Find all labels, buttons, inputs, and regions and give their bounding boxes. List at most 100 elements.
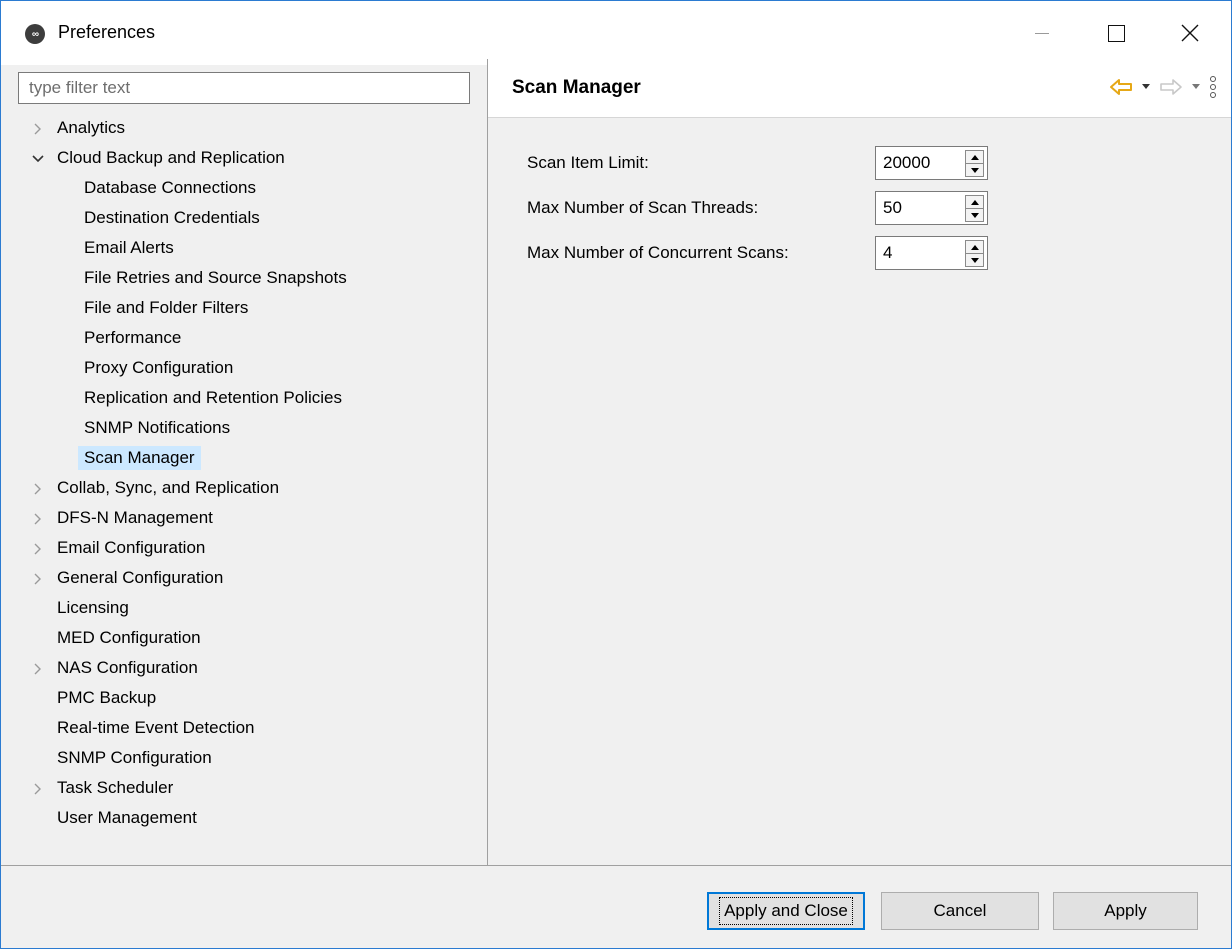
tree-item[interactable]: File Retries and Source Snapshots <box>1 264 485 294</box>
tree-item[interactable]: Destination Credentials <box>1 204 485 234</box>
minimize-button[interactable] <box>1011 1 1073 65</box>
tree-item-label: User Management <box>57 808 197 827</box>
tree-item[interactable]: NAS Configuration <box>1 654 485 684</box>
tree-item-label: Cloud Backup and Replication <box>57 148 285 167</box>
maximize-button[interactable] <box>1085 1 1147 65</box>
tree-item[interactable]: SNMP Notifications <box>1 414 485 444</box>
forward-history-dropdown[interactable] <box>1191 83 1201 91</box>
more-options-icon <box>1210 76 1216 98</box>
tree-item[interactable]: Proxy Configuration <box>1 354 485 384</box>
navigation-toolbar <box>1109 75 1217 99</box>
apply-label: Apply <box>1104 901 1147 920</box>
cancel-button[interactable]: Cancel <box>881 892 1039 930</box>
tree-item[interactable]: DFS-N Management <box>1 504 485 534</box>
maximize-icon <box>1107 24 1125 42</box>
back-arrow-icon <box>1110 79 1132 95</box>
tree-item[interactable]: MED Configuration <box>1 624 485 654</box>
chevron-down-icon[interactable] <box>31 152 45 166</box>
filter-input[interactable] <box>18 72 470 104</box>
tree-item-label: Analytics <box>57 118 126 137</box>
caret-down-icon <box>970 257 979 263</box>
tree-item-label: DFS-N Management <box>57 508 213 527</box>
apply-button[interactable]: Apply <box>1053 892 1198 930</box>
tree-item[interactable]: Replication and Retention Policies <box>1 384 485 414</box>
caret-up-icon <box>970 244 979 250</box>
tree-item-label: NAS Configuration <box>57 658 198 677</box>
tree-item[interactable]: Database Connections <box>1 174 485 204</box>
tree-item-label: Email Alerts <box>84 238 174 257</box>
tree-item[interactable]: PMC Backup <box>1 684 485 714</box>
close-icon <box>1181 24 1199 42</box>
back-history-dropdown[interactable] <box>1141 83 1151 91</box>
max-concurrent-scans-label: Max Number of Concurrent Scans: <box>527 243 789 262</box>
forward-arrow-icon <box>1160 79 1182 95</box>
page-header: Scan Manager <box>488 59 1231 118</box>
tree-item[interactable]: Analytics <box>1 114 485 144</box>
tree-item-label: PMC Backup <box>57 688 157 707</box>
dropdown-triangle-icon <box>1192 84 1200 89</box>
tree-item[interactable]: Performance <box>1 324 485 354</box>
tree-item[interactable]: General Configuration <box>1 564 485 594</box>
tree-item[interactable]: File and Folder Filters <box>1 294 485 324</box>
dropdown-triangle-icon <box>1142 84 1150 89</box>
tree-item[interactable]: Cloud Backup and Replication <box>1 144 485 174</box>
caret-up-icon <box>970 154 979 160</box>
view-menu-button[interactable] <box>1209 75 1217 99</box>
tree-item-label: Real-time Event Detection <box>57 718 255 737</box>
title-bar[interactable]: ∞ Preferences <box>1 1 1231 65</box>
tree-item[interactable]: Scan Manager <box>1 444 485 474</box>
caret-down-icon <box>970 212 979 218</box>
back-button[interactable] <box>1109 78 1133 96</box>
peer-logo-icon: ∞ <box>25 24 45 44</box>
spin-down-button[interactable] <box>965 163 984 177</box>
tree-item[interactable]: Collab, Sync, and Replication <box>1 474 485 504</box>
tree-item-label: General Configuration <box>57 568 224 587</box>
tree-item[interactable]: Task Scheduler <box>1 774 485 804</box>
spin-down-button[interactable] <box>965 208 984 222</box>
chevron-right-icon[interactable] <box>31 662 45 676</box>
max-concurrent-scans-spinner[interactable]: 4 <box>875 236 988 270</box>
chevron-right-icon[interactable] <box>31 572 45 586</box>
scan-item-limit-spinner[interactable]: 20000 <box>875 146 988 180</box>
tree-item-label: Licensing <box>57 598 129 617</box>
spin-up-button[interactable] <box>965 150 984 164</box>
max-scan-threads-label: Max Number of Scan Threads: <box>527 198 759 217</box>
chevron-right-icon[interactable] <box>31 122 45 136</box>
preferences-window: ∞ Preferences Analytics Cloud Backup and … <box>0 0 1232 949</box>
chevron-right-icon[interactable] <box>31 482 45 496</box>
chevron-right-icon[interactable] <box>31 512 45 526</box>
tree-item[interactable]: SNMP Configuration <box>1 744 485 774</box>
tree-item-label: Performance <box>84 328 182 347</box>
tree-item-label: Scan Manager <box>78 446 201 470</box>
tree-item[interactable]: Email Alerts <box>1 234 485 264</box>
max-scan-threads-spinner[interactable]: 50 <box>875 191 988 225</box>
tree-item[interactable]: Real-time Event Detection <box>1 714 485 744</box>
tree-item-label: Proxy Configuration <box>84 358 234 377</box>
chevron-right-icon[interactable] <box>31 542 45 556</box>
tree-item-label: Destination Credentials <box>84 208 260 227</box>
tree-item-label: File Retries and Source Snapshots <box>84 268 347 287</box>
page-title: Scan Manager <box>512 77 641 98</box>
spinner-value[interactable]: 4 <box>883 243 892 263</box>
spinner-value[interactable]: 20000 <box>883 153 930 173</box>
tree-item-label: Replication and Retention Policies <box>84 388 342 407</box>
close-button[interactable] <box>1159 1 1221 65</box>
scan-item-limit-label: Scan Item Limit: <box>527 153 649 172</box>
chevron-right-icon[interactable] <box>31 782 45 796</box>
spin-up-button[interactable] <box>965 240 984 254</box>
caret-down-icon <box>970 167 979 173</box>
window-title: Preferences <box>58 22 156 42</box>
tree-item[interactable]: Licensing <box>1 594 485 624</box>
apply-and-close-label: Apply and Close <box>719 897 853 925</box>
apply-and-close-button[interactable]: Apply and Close <box>707 892 865 930</box>
spinner-value[interactable]: 50 <box>883 198 902 218</box>
tree-item[interactable]: Email Configuration <box>1 534 485 564</box>
caret-up-icon <box>970 199 979 205</box>
forward-button[interactable] <box>1159 78 1183 96</box>
spin-up-button[interactable] <box>965 195 984 209</box>
spin-down-button[interactable] <box>965 253 984 267</box>
page-body: Scan Item Limit: 20000 Max Number of Sca… <box>488 118 1231 865</box>
tree-item-label: SNMP Configuration <box>57 748 212 767</box>
tree-item-label: Collab, Sync, and Replication <box>57 478 280 497</box>
tree-item[interactable]: User Management <box>1 804 485 834</box>
